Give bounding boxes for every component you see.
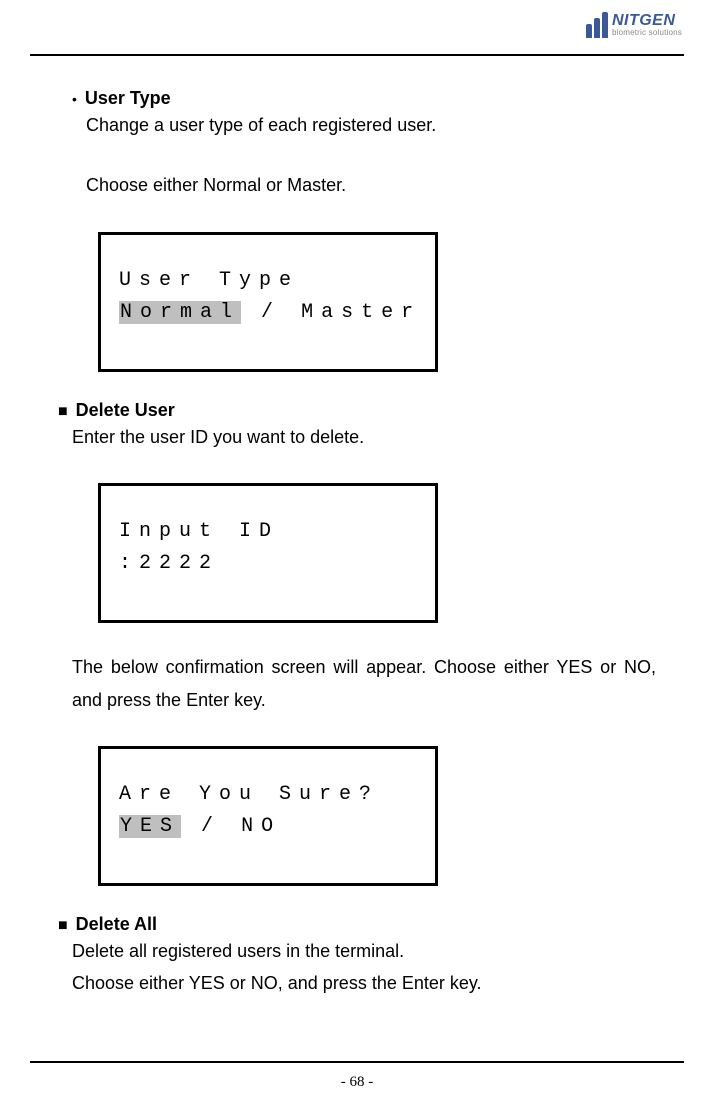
section-delete-all-heading: ■ Delete All bbox=[58, 914, 656, 935]
lcd-highlight-yes: YES bbox=[119, 815, 181, 838]
delete-all-desc1: Delete all registered users in the termi… bbox=[72, 935, 656, 967]
page-container: NITGEN biometric solutions • User Type C… bbox=[0, 0, 714, 1113]
lcd-input-id: Input ID :2222 bbox=[98, 483, 438, 623]
bottom-divider bbox=[30, 1061, 684, 1063]
logo-bars-icon bbox=[586, 12, 608, 38]
lcd-highlight-normal: Normal bbox=[119, 301, 241, 324]
lcd-confirm-line2: YES / NO bbox=[119, 811, 417, 843]
delete-user-desc1: Enter the user ID you want to delete. bbox=[72, 421, 656, 453]
delete-user-confirm-desc: The below confirmation screen will appea… bbox=[72, 651, 656, 716]
section-user-type-heading: • User Type bbox=[72, 88, 656, 109]
lcd-user-type: User Type Normal / Master bbox=[98, 232, 438, 372]
lcd-inputid-line2: :2222 bbox=[119, 548, 417, 580]
page-number: - 68 - bbox=[0, 1074, 714, 1091]
lcd-alt-no: NO bbox=[241, 815, 281, 838]
user-type-desc1: Change a user type of each registered us… bbox=[86, 109, 656, 141]
lcd-inputid-line1: Input ID bbox=[119, 516, 417, 548]
delete-all-desc2: Choose either YES or NO, and press the E… bbox=[72, 967, 656, 999]
section-delete-user-heading: ■ Delete User bbox=[58, 400, 656, 421]
page-content: • User Type Change a user type of each r… bbox=[58, 88, 656, 1000]
user-type-desc2: Choose either Normal or Master. bbox=[86, 169, 656, 201]
bullet-dot-icon: • bbox=[72, 91, 77, 107]
lcd-sep: / bbox=[261, 301, 281, 324]
lcd-line1: User Type bbox=[119, 265, 417, 297]
lcd-alt-master: Master bbox=[301, 301, 421, 324]
top-divider bbox=[30, 54, 684, 56]
brand-logo: NITGEN biometric solutions bbox=[586, 12, 682, 38]
lcd-confirm: Are You Sure? YES / NO bbox=[98, 746, 438, 886]
brand-name: NITGEN bbox=[612, 13, 682, 29]
lcd-confirm-sep: / bbox=[201, 815, 221, 838]
lcd-confirm-line1: Are You Sure? bbox=[119, 779, 417, 811]
lcd-line2: Normal / Master bbox=[119, 297, 417, 329]
user-type-title: User Type bbox=[85, 88, 171, 109]
logo-text: NITGEN biometric solutions bbox=[612, 13, 682, 37]
delete-all-title: Delete All bbox=[76, 914, 157, 935]
bullet-square-icon: ■ bbox=[58, 403, 68, 421]
delete-user-title: Delete User bbox=[76, 400, 175, 421]
bullet-square-icon: ■ bbox=[58, 917, 68, 935]
brand-tagline: biometric solutions bbox=[612, 29, 682, 37]
